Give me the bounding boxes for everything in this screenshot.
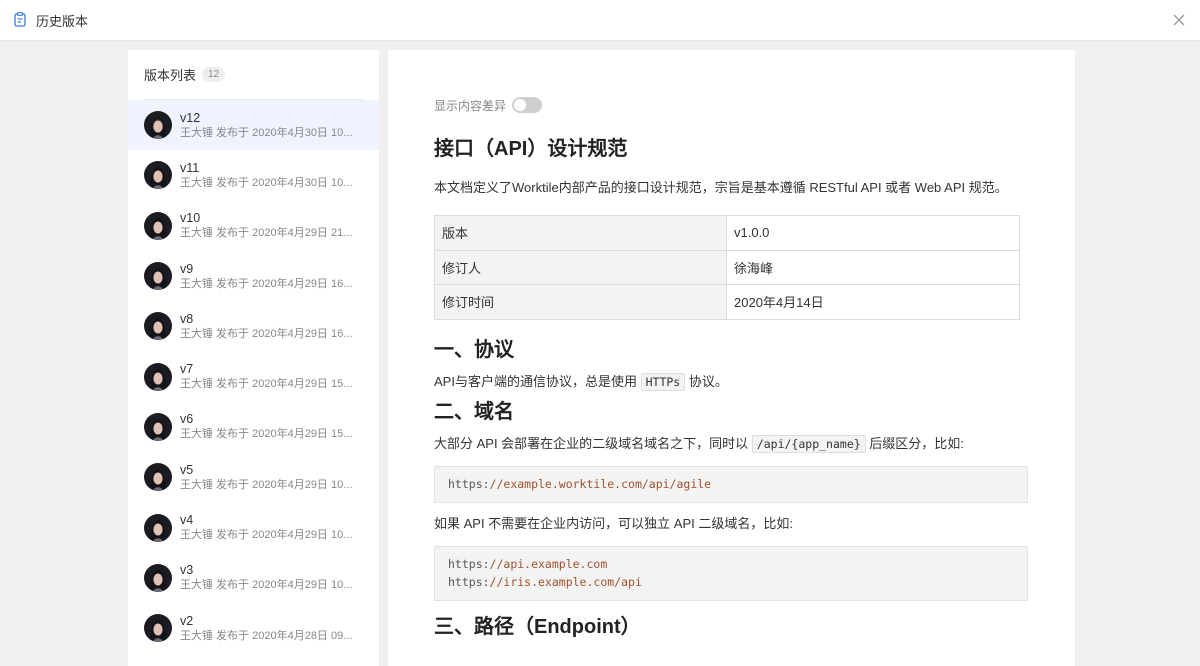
paragraph-text: 大部分 API 会部署在企业的二级域名域名之下，同时以 [434, 435, 749, 451]
version-item[interactable]: v4 王大锤 发布于 2020年4月29日 10... [128, 502, 379, 552]
document-panel: 显示内容差异 接口（API）设计规范 本文档定义了Worktile内部产品的接口… [388, 50, 1075, 666]
code-scheme: https: [448, 575, 490, 589]
paragraph-text: API与客户端的通信协议，总是使用 [434, 373, 637, 389]
version-name: v5 [180, 462, 194, 477]
user-avatar [144, 111, 172, 140]
code-scheme: https: [448, 557, 490, 571]
version-item[interactable]: v3 王大锤 发布于 2020年4月29日 10... [128, 553, 379, 603]
code-line: https://api.example.com [448, 555, 1014, 573]
version-publish-info: 王大锤 发布于 2020年4月28日 09... [180, 629, 353, 642]
version-name: v8 [180, 311, 194, 326]
diff-toggle-row: 显示内容差异 [434, 96, 1028, 114]
version-item[interactable]: v5 王大锤 发布于 2020年4月29日 10... [128, 452, 379, 502]
version-name: v12 [180, 110, 201, 125]
document-title: 接口（API）设计规范 [434, 138, 628, 160]
version-name: v3 [180, 563, 194, 578]
table-row: 版本 v1.0.0 [434, 215, 1020, 251]
version-item[interactable]: v7 王大锤 发布于 2020年4月29日 15... [128, 351, 379, 401]
table-key-cell: 版本 [434, 215, 727, 251]
table-key-cell: 修订人 [434, 249, 727, 285]
protocol-paragraph: API与客户端的通信协议，总是使用 HTTPs 协议。 [434, 372, 1028, 392]
section-heading-domain: 二、域名 [434, 400, 514, 423]
domain-paragraph-2: 如果 API 不需要在企业内访问，可以独立 API 二级域名，比如: [434, 515, 793, 531]
user-avatar [144, 211, 172, 240]
version-publish-info: 王大锤 发布于 2020年4月29日 21... [180, 227, 353, 240]
code-line: https://iris.example.com/api [448, 573, 1014, 591]
user-avatar [144, 161, 172, 190]
user-avatar [144, 563, 172, 592]
domain-paragraph: 大部分 API 会部署在企业的二级域名域名之下，同时以 /api/{app_na… [434, 434, 1028, 454]
user-avatar [144, 312, 172, 341]
table-value-cell: 徐海峰 [726, 249, 1020, 285]
code-block: https://api.example.com https://iris.exa… [434, 545, 1028, 601]
version-item[interactable]: v12 王大锤 发布于 2020年4月30日 10... [128, 100, 379, 151]
version-item[interactable]: v11 王大锤 发布于 2020年4月30日 10... [128, 150, 379, 200]
version-name: v2 [180, 613, 194, 628]
version-item[interactable]: v6 王大锤 发布于 2020年4月29日 15... [128, 402, 379, 452]
version-publish-info: 王大锤 发布于 2020年4月29日 10... [180, 478, 353, 491]
close-icon[interactable] [1170, 11, 1188, 29]
user-avatar [144, 262, 172, 291]
sidebar-title: 版本列表 [144, 68, 197, 83]
version-publish-info: 王大锤 发布于 2020年4月29日 10... [180, 579, 353, 592]
user-avatar [144, 614, 172, 643]
window-titlebar: 历史版本 [0, 0, 1200, 41]
table-value-cell: 2020年4月14日 [726, 284, 1020, 320]
version-publish-info: 王大锤 发布于 2020年4月30日 10... [180, 176, 353, 189]
paragraph-text: 后缀区分，比如: [869, 435, 964, 451]
version-publish-info: 王大锤 发布于 2020年4月30日 10... [180, 126, 353, 139]
table-row: 修订人 徐海峰 [434, 249, 1020, 285]
document-intro: 本文档定义了Worktile内部产品的接口设计规范，宗旨是基本遵循 RESTfu… [434, 180, 1008, 195]
version-name: v10 [180, 211, 201, 226]
version-name: v11 [180, 160, 200, 175]
version-item[interactable]: v8 王大锤 发布于 2020年4月29日 16... [128, 301, 379, 351]
version-count-badge: 12 [202, 67, 226, 82]
inline-code: HTTPs [640, 372, 686, 391]
version-publish-info: 王大锤 发布于 2020年4月29日 10... [180, 529, 353, 542]
window-title: 历史版本 [36, 13, 89, 29]
version-item[interactable]: v2 王大锤 发布于 2020年4月28日 09... [128, 603, 379, 653]
user-avatar [144, 412, 172, 441]
version-name: v9 [180, 261, 194, 276]
code-block: https://example.worktile.com/api/agile [434, 465, 1028, 503]
code-scheme: https: [448, 477, 490, 491]
version-publish-info: 王大锤 发布于 2020年4月29日 15... [180, 378, 353, 391]
version-publish-info: 王大锤 发布于 2020年4月29日 15... [180, 428, 353, 441]
version-item[interactable]: v10 王大锤 发布于 2020年4月29日 21... [128, 201, 379, 251]
version-name: v4 [180, 513, 194, 528]
code-url: //iris.example.com/api [489, 575, 642, 589]
version-publish-info: 王大锤 发布于 2020年4月29日 16... [180, 277, 353, 290]
code-line: https://example.worktile.com/api/agile [448, 477, 1014, 491]
section-heading-protocol: 一、协议 [434, 338, 514, 361]
table-row: 修订时间 2020年4月14日 [434, 284, 1020, 320]
version-list: v12 王大锤 发布于 2020年4月30日 10... v11 王大锤 发布于 2… [128, 100, 379, 653]
user-avatar [144, 362, 172, 391]
inline-code: /api/{app_name} [751, 434, 866, 453]
version-name: v7 [180, 362, 194, 377]
user-avatar [144, 463, 172, 492]
version-item[interactable]: v9 王大锤 发布于 2020年4月29日 16... [128, 251, 379, 301]
version-publish-info: 王大锤 发布于 2020年4月29日 16... [180, 327, 353, 340]
table-value-cell: v1.0.0 [726, 215, 1020, 251]
diff-toggle-label: 显示内容差异 [434, 98, 507, 113]
document-history-icon [14, 12, 28, 28]
code-url: //api.example.com [489, 557, 608, 571]
revision-info-table: 版本 v1.0.0 修订人 徐海峰 修订时间 2020年4月14日 [434, 215, 1020, 320]
code-url: //example.worktile.com/api/agile [489, 477, 712, 491]
user-avatar [144, 513, 172, 542]
version-sidebar: 版本列表 12 v12 王大锤 发布于 2020年4月30日 10... v11 王… [128, 50, 379, 666]
sidebar-header: 版本列表 12 [144, 50, 363, 100]
version-name: v6 [180, 412, 194, 427]
table-key-cell: 修订时间 [434, 284, 727, 320]
section-heading-endpoint: 三、路径（Endpoint） [434, 615, 641, 638]
paragraph-text: 协议。 [688, 373, 728, 389]
diff-toggle-switch[interactable] [512, 97, 543, 113]
content-area: 版本列表 12 v12 王大锤 发布于 2020年4月30日 10... v11 王… [0, 41, 1200, 666]
